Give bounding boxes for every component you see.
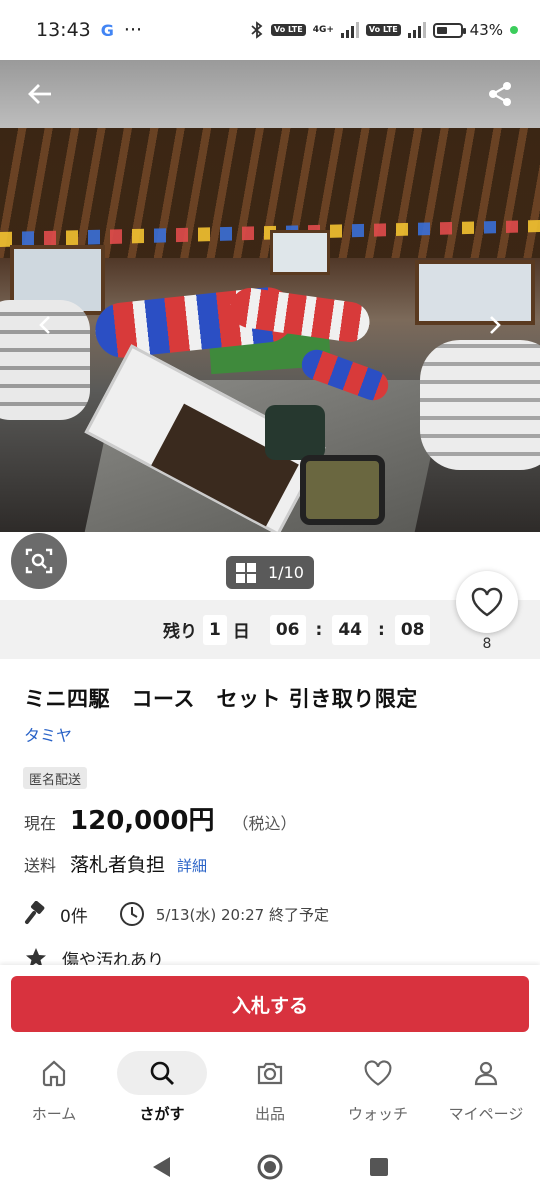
share-icon[interactable] xyxy=(484,78,516,110)
heart-outline-icon xyxy=(471,587,503,617)
battery-icon xyxy=(432,22,466,38)
privacy-indicator-icon xyxy=(510,26,518,34)
shipping-label: 送料 xyxy=(24,856,57,875)
brand-link[interactable]: タミヤ xyxy=(24,722,72,746)
signal-icon xyxy=(340,22,359,38)
volte-icon-2: Vo LTE xyxy=(365,24,401,36)
anonymous-shipping-badge: 匿名配送 xyxy=(23,767,88,789)
gallery-grid-icon xyxy=(236,562,256,583)
system-recents-icon[interactable] xyxy=(368,1156,390,1178)
prev-image-chevron-icon[interactable] xyxy=(25,305,65,345)
price-row: 現在 120,000円 （税込） xyxy=(24,800,296,837)
days-box: 1 xyxy=(203,614,227,645)
current-price: 120,000円 xyxy=(70,806,215,836)
hours-box: 06 xyxy=(269,614,306,645)
home-icon xyxy=(9,1051,99,1095)
signal-icon-2 xyxy=(407,22,426,38)
volte-icon: Vo LTE xyxy=(270,24,306,36)
end-time: 5/13(水) 20:27 終了予定 xyxy=(155,905,329,924)
gavel-icon xyxy=(24,901,50,927)
shipping-value: 落札者負担 xyxy=(70,854,166,876)
image-counter-badge[interactable]: 1/10 xyxy=(226,556,314,589)
nav-mypage[interactable]: マイページ xyxy=(432,1043,540,1135)
clock-icon xyxy=(118,900,146,928)
back-arrow-icon[interactable] xyxy=(24,78,56,110)
bottom-navigation: ホーム さがす 出品 ウォッチ マイページ xyxy=(0,1043,540,1135)
listing-title: ミニ四駆 コース セット 引き取り限定 xyxy=(24,687,418,711)
camera-icon xyxy=(225,1051,315,1095)
nav-search[interactable]: さがす xyxy=(108,1043,216,1135)
bid-button[interactable]: 入札する xyxy=(11,976,529,1032)
minutes-box: 44 xyxy=(332,614,368,645)
network-type: 4G+ xyxy=(312,24,334,35)
seconds-box: 08 xyxy=(394,614,431,645)
system-back-icon[interactable] xyxy=(150,1155,172,1179)
nav-watch[interactable]: ウォッチ xyxy=(324,1043,432,1135)
days-unit: 日 xyxy=(232,622,250,642)
battery-percent: 43% xyxy=(469,21,503,39)
watch-count: 8 xyxy=(482,636,492,652)
status-bar: 13:43 G ··· Vo LTE 4G+ Vo LTE 43% xyxy=(0,0,540,60)
image-counter-text: 1/10 xyxy=(268,563,304,582)
heart-icon xyxy=(333,1051,423,1095)
bluetooth-icon xyxy=(251,21,263,39)
system-navigation-bar xyxy=(0,1135,540,1199)
watch-button[interactable] xyxy=(456,571,518,633)
shipping-details-link[interactable]: 詳細 xyxy=(177,855,207,876)
remaining-label: 残り xyxy=(163,622,197,642)
search-icon xyxy=(117,1051,207,1095)
nav-home[interactable]: ホーム xyxy=(0,1043,108,1135)
system-home-icon[interactable] xyxy=(256,1153,284,1181)
image-search-icon[interactable] xyxy=(11,533,67,589)
listing-image[interactable] xyxy=(0,60,540,532)
more-notifications-icon: ··· xyxy=(123,19,143,41)
nav-sell[interactable]: 出品 xyxy=(216,1043,324,1135)
next-image-chevron-icon[interactable] xyxy=(475,305,515,345)
shipping-row: 送料 落札者負担 詳細 xyxy=(24,850,207,877)
status-time: 13:43 xyxy=(36,19,91,41)
person-icon xyxy=(441,1051,531,1095)
image-header xyxy=(0,60,540,128)
bid-count: 0件 xyxy=(60,906,88,927)
auction-meta-row: 0件 5/13(水) 20:27 終了予定 xyxy=(24,900,329,928)
price-label: 現在 xyxy=(24,814,57,833)
tax-note: （税込） xyxy=(232,814,297,833)
google-icon: G xyxy=(100,20,114,40)
